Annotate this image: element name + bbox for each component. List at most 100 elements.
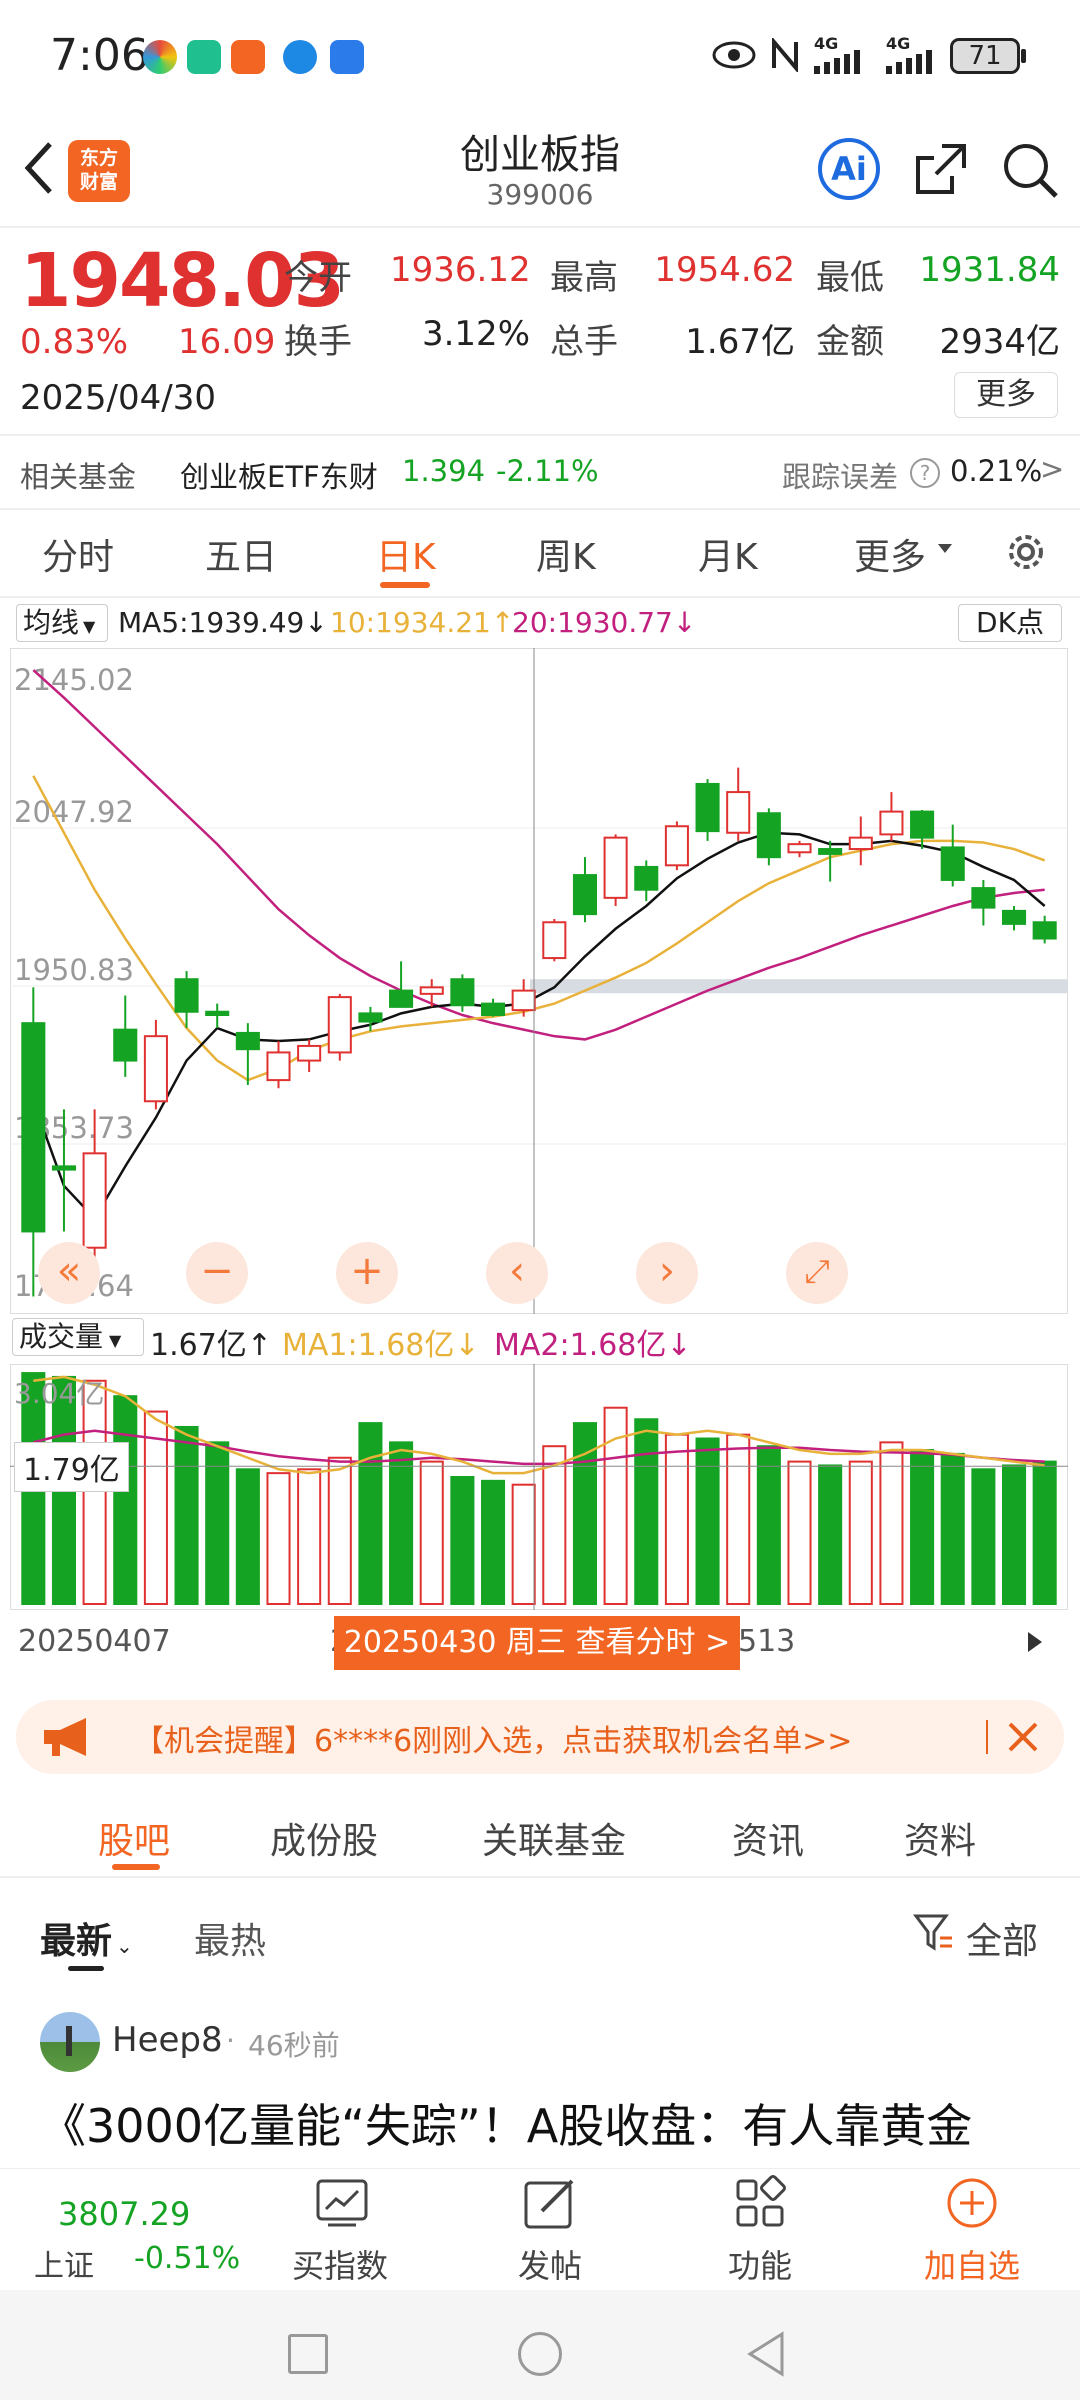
tab-more[interactable]: 更多 [854,528,926,580]
close-icon[interactable] [1004,1718,1042,1756]
post-title[interactable]: 《3000亿量能“失踪”！A股收盘：有人靠黄金 [40,2090,972,2156]
filter-all[interactable]: 全部 [966,1912,1038,1964]
dropdown-arrow-icon: ▼ [109,1331,122,1350]
candle-body [1032,921,1057,940]
index-change[interactable]: -0.51% [134,2241,240,2276]
search-icon[interactable] [1000,140,1060,200]
amount-value: 2934亿 [939,322,1060,362]
volume-bar [695,1437,720,1605]
amount-label: 金额 [816,322,884,362]
buy-index-button[interactable]: 买指数 [270,2241,410,2287]
candle-body [910,810,935,839]
fund-arrow-icon[interactable]: > [1040,452,1064,486]
tab-profile[interactable]: 资料 [904,1812,976,1864]
scroll-right-button[interactable]: › [636,1242,698,1304]
tab-stock-bar[interactable]: 股吧 [98,1812,170,1864]
tab-intraday[interactable]: 分时 [42,528,114,580]
volume-selector[interactable]: 成交量 ▼ [12,1318,144,1356]
fund-change: -2.11% [496,454,599,488]
volume-bar [756,1445,781,1605]
ma-selector[interactable]: 均线 ▼ [16,604,108,642]
eye-icon [712,41,756,69]
tab-news[interactable]: 资讯 [732,1812,804,1864]
zoom-in-button[interactable]: + [336,1242,398,1304]
tab-related-funds[interactable]: 关联基金 [482,1812,626,1864]
help-icon[interactable]: ? [910,458,940,488]
settings-gear-icon[interactable] [1002,528,1050,576]
tab-active-indicator [380,582,430,588]
y-tick-label: 2145.02 [14,663,134,697]
candle-body [358,1012,383,1023]
signal-icon [886,50,932,74]
back-nav-icon[interactable] [744,2330,788,2378]
volume-bar [848,1460,873,1606]
tab-monthly-k[interactable]: 月K [698,528,758,580]
filter-icon[interactable] [912,1910,956,1954]
candle-body [419,986,444,995]
candle-body [726,791,751,834]
scroll-left-button[interactable]: ‹ [486,1242,548,1304]
divider [986,1720,988,1754]
rewind-button[interactable]: « [38,1242,100,1304]
volume-bar [726,1433,751,1605]
low-value: 1931.84 [919,250,1060,290]
y-tick-label: 1950.83 [14,953,134,987]
more-button[interactable]: 更多 [954,372,1058,418]
system-nav-bar [0,2290,1080,2400]
play-icon[interactable] [1012,1624,1056,1660]
recents-button[interactable] [288,2334,328,2374]
candle-body [480,1002,506,1017]
volume-bar [664,1433,689,1605]
volume-chart[interactable] [10,1364,1068,1610]
chart-line-icon[interactable] [314,2175,370,2231]
high-label: 最高 [550,258,618,298]
index-name[interactable]: 上证 [34,2241,94,2285]
tracking-error-value: 0.21% [950,454,1043,488]
turnover-label: 换手 [284,322,352,362]
tab-five-day[interactable]: 五日 [205,528,277,580]
date-start: 20250407 [18,1624,171,1659]
add-watchlist-button[interactable]: 加自选 [902,2241,1042,2287]
tab-constituents[interactable]: 成份股 [270,1812,378,1864]
add-circle-icon[interactable] [944,2175,1000,2231]
dk-point-button[interactable]: DK点 [958,604,1062,642]
megaphone-icon [44,1718,86,1756]
share-icon[interactable] [912,140,970,198]
index-value[interactable]: 3807.29 [58,2195,190,2233]
view-intraday-button[interactable]: 20250430 周三 查看分时 > [334,1616,740,1670]
candle-body [450,978,475,1007]
price-band [530,979,1068,994]
candle-body [879,810,904,836]
volume-bar [1001,1464,1027,1605]
date-partial: 513 [738,1624,796,1659]
compose-icon[interactable] [522,2175,578,2231]
ma10-value: 10:1934.21↑ [330,606,515,639]
fund-name[interactable]: 创业板ETF东财 [180,454,378,496]
divider [0,434,1080,436]
candlestick-chart[interactable]: 2145.022047.921950.831853.731756.64 [10,648,1068,1314]
volume-bar [174,1425,199,1605]
zoom-out-button[interactable]: − [186,1242,248,1304]
tab-daily-k[interactable]: 日K [376,528,436,580]
volume-bar [82,1379,107,1605]
fullscreen-button[interactable]: ⤢ [786,1242,848,1304]
candle-body [603,836,628,899]
volume-ma1: MA1:1.68亿↓ [282,1328,480,1363]
candle-body [389,989,414,1008]
grid-icon[interactable] [732,2175,788,2231]
volume-current: 1.67亿↑ [150,1328,272,1363]
turnover-value: 3.12% [421,314,530,354]
opportunity-reminder[interactable]: 【机会提醒】6****6刚刚入选，点击获取机会名单>> [16,1700,1064,1774]
home-button[interactable] [518,2332,562,2376]
avatar[interactable] [40,2012,100,2072]
post-button[interactable]: 发帖 [480,2241,620,2287]
post-username[interactable]: Heep8 [112,2020,223,2060]
sort-latest[interactable]: 最新 ⌄ [40,1912,133,1964]
functions-button[interactable]: 功能 [690,2241,830,2287]
tab-active-indicator [112,1864,160,1870]
candle-body [51,1165,77,1171]
ai-button[interactable]: Ai [818,138,880,200]
tracking-error-label: 跟踪误差 [782,460,899,494]
tab-weekly-k[interactable]: 周K [536,528,596,580]
sort-hottest[interactable]: 最热 [194,1912,266,1964]
